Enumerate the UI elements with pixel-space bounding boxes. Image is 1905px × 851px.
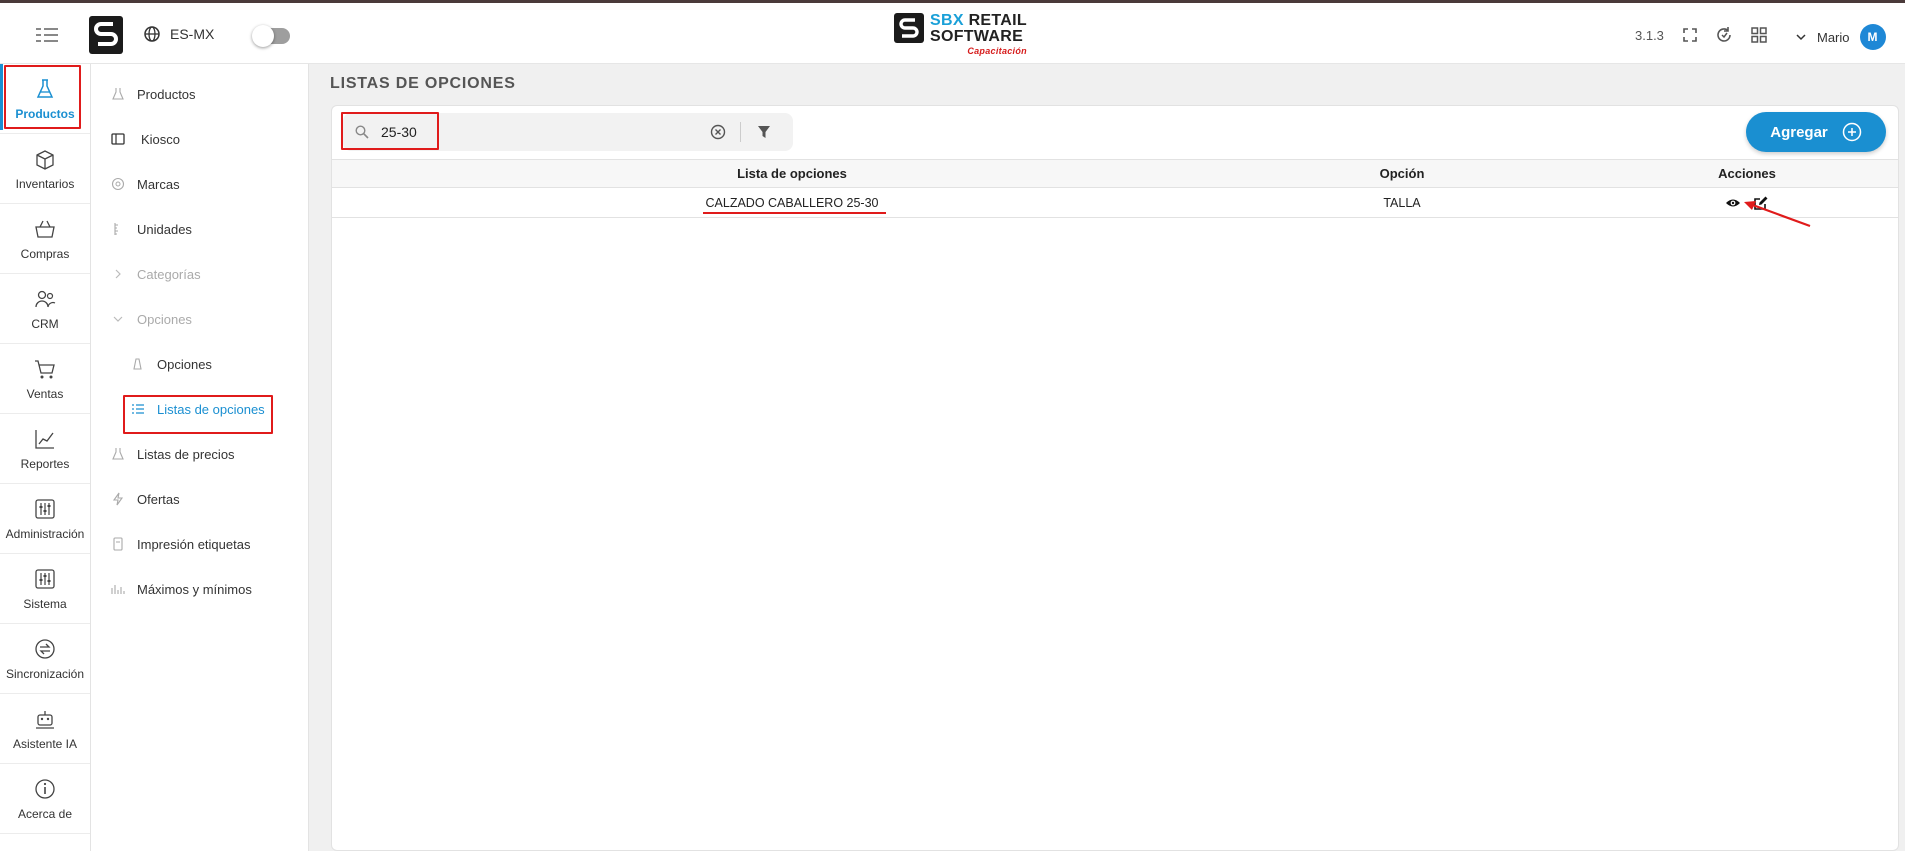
brand-retail: RETAIL [968, 12, 1027, 29]
submenu-item-opciones-group[interactable]: Opciones [91, 299, 309, 339]
flask-icon [112, 448, 124, 460]
brand-logo: SBX RETAIL SOFTWARE Capacitación [894, 13, 1027, 57]
table-header: Lista de opciones Opción Acciones [332, 159, 1898, 188]
column-header-opcion[interactable]: Opción [1342, 160, 1462, 187]
search-divider [740, 122, 741, 142]
apps-grid-icon[interactable] [1749, 25, 1769, 45]
rail-item-sincronizacion[interactable]: Sincronización [0, 624, 90, 694]
user-menu[interactable]: Mario M [1795, 24, 1886, 50]
annotation-underline [703, 212, 886, 214]
submenu-item-marcas[interactable]: Marcas [91, 164, 309, 204]
sliders-icon [35, 498, 55, 519]
table-row[interactable]: CALZADO CABALLERO 25-30 TALLA [332, 188, 1898, 218]
rail-item-crm[interactable]: CRM [0, 274, 90, 344]
view-icon[interactable] [1725, 195, 1741, 211]
rail-item-acerca-de[interactable]: Acerca de [0, 764, 90, 834]
rail-item-compras[interactable]: Compras [0, 204, 90, 274]
chart-icon [35, 429, 54, 449]
module-rail: Productos Inventarios Compras CRM Ventas… [0, 64, 91, 851]
submenu-item-impresion-etiquetas[interactable]: Impresión etiquetas [91, 524, 309, 564]
submenu-item-opciones[interactable]: Opciones [91, 344, 309, 384]
annotation-box-search [341, 112, 439, 150]
options-list-table: Lista de opciones Opción Acciones CALZAD… [332, 159, 1898, 218]
submenu-item-kiosco[interactable]: Kiosco [91, 119, 309, 159]
language-selector[interactable]: ES-MX [144, 26, 214, 42]
brand-software: SOFTWARE [930, 28, 1024, 45]
submenu-item-listas-de-precios[interactable]: Listas de precios [91, 434, 309, 474]
plus-circle-icon [1842, 122, 1862, 142]
globe-icon [144, 26, 160, 42]
rail-item-asistente-ia[interactable]: Asistente IA [0, 694, 90, 764]
sync-icon[interactable] [1714, 25, 1734, 45]
filter-icon[interactable] [757, 125, 771, 139]
chevron-down-icon [113, 316, 123, 322]
rail-item-administracion[interactable]: Administración [0, 484, 90, 554]
column-header-lista[interactable]: Lista de opciones [332, 160, 1252, 187]
theme-toggle[interactable] [252, 25, 290, 47]
chevron-right-icon [115, 269, 121, 279]
users-icon [35, 290, 56, 307]
submenu: Productos Kiosco Marcas Unidades Categor… [91, 64, 309, 851]
submenu-item-maximos-y-minimos[interactable]: Máximos y mínimos [91, 569, 309, 609]
submenu-item-unidades[interactable]: Unidades [91, 209, 309, 249]
annotation-box-listas-de-opciones [123, 395, 273, 434]
brand-subtitle: Capacitación [967, 46, 1027, 56]
info-icon [35, 778, 55, 799]
minmax-icon [111, 585, 125, 594]
user-name: Mario [1817, 29, 1850, 45]
app-logo-icon[interactable] [89, 16, 123, 54]
content-card: Agregar Lista de opciones Opción Accione… [331, 105, 1899, 851]
annotation-box-productos [4, 65, 81, 129]
brand-icon [111, 177, 125, 191]
rail-item-sistema[interactable]: Sistema [0, 554, 90, 624]
avatar[interactable]: M [1859, 24, 1886, 50]
robot-icon [36, 710, 54, 729]
box-icon [36, 149, 54, 170]
submenu-item-ofertas[interactable]: Ofertas [91, 479, 309, 519]
top-bar: ES-MX SBX RETAIL SOFTWARE Capacitación 3… [0, 0, 1905, 64]
rail-item-ventas[interactable]: Ventas [0, 344, 90, 414]
add-button[interactable]: Agregar [1746, 112, 1886, 152]
chevron-down-icon [1796, 34, 1806, 41]
submenu-item-categorias[interactable]: Categorías [91, 254, 309, 294]
cell-opcion: TALLA [1383, 195, 1421, 210]
brand-logo-icon [894, 13, 924, 43]
main-content: LISTAS DE OPCIONES Agregar Lista de opci… [309, 64, 1905, 851]
rail-item-reportes[interactable]: Reportes [0, 414, 90, 484]
cart-icon [35, 359, 55, 378]
active-indicator [0, 64, 3, 130]
flask-icon [112, 88, 124, 100]
options-icon [133, 358, 142, 370]
brand-sbx: SBX [930, 12, 964, 29]
fullscreen-icon[interactable] [1680, 25, 1700, 45]
column-header-acciones: Acciones [1718, 166, 1776, 181]
tag-icon [113, 537, 123, 551]
sync-circle-icon [35, 638, 55, 659]
bolt-icon [112, 492, 124, 506]
clear-search-icon[interactable] [710, 124, 726, 140]
annotation-arrow-icon [1744, 201, 1811, 228]
submenu-item-productos[interactable]: Productos [91, 74, 309, 114]
basket-icon [35, 220, 55, 238]
settings-sliders-icon [35, 568, 55, 589]
page-title: LISTAS DE OPCIONES [330, 75, 516, 92]
rail-item-inventarios[interactable]: Inventarios [0, 134, 90, 204]
language-label: ES-MX [170, 26, 215, 42]
menu-icon[interactable] [36, 27, 58, 43]
ruler-icon [114, 223, 118, 235]
kiosk-icon [111, 133, 125, 145]
app-version: 3.1.3 [1635, 28, 1664, 43]
